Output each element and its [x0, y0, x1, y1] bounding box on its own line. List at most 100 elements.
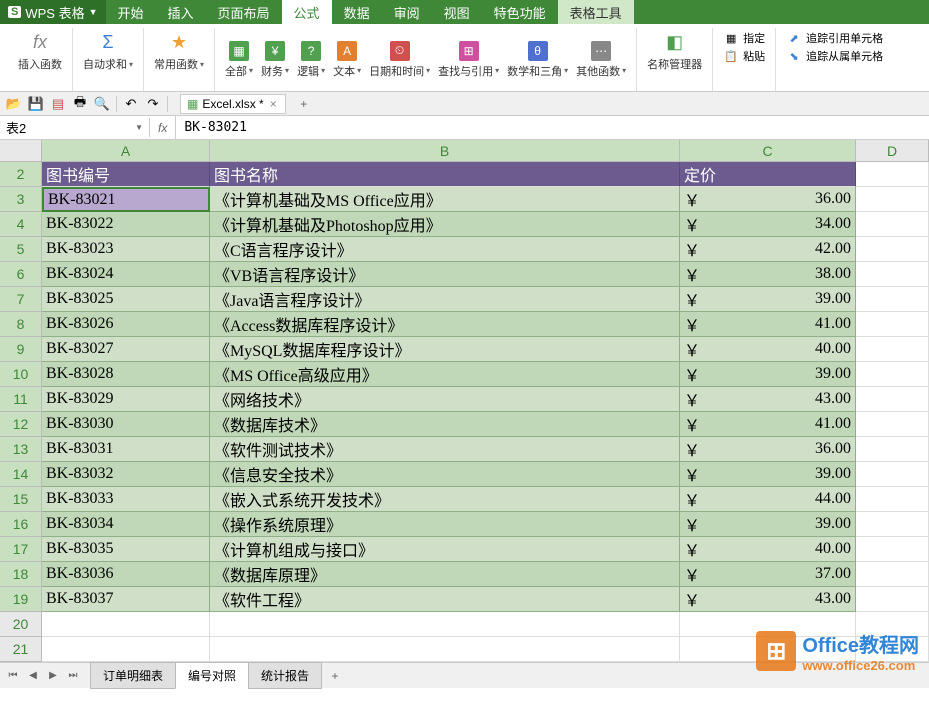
row-header[interactable]: 8: [0, 312, 42, 337]
menu-tab-3[interactable]: 公式: [282, 0, 332, 24]
sheet-tab[interactable]: 统计报告: [248, 662, 322, 689]
cell[interactable]: [210, 637, 680, 662]
fx-button[interactable]: fx: [150, 116, 176, 139]
row-header[interactable]: 12: [0, 412, 42, 437]
cell[interactable]: [856, 262, 929, 287]
name-manager-button[interactable]: ◧ 名称管理器: [643, 28, 706, 74]
column-header-c[interactable]: C: [680, 140, 856, 162]
datetime-functions-button[interactable]: ⏲ 日期和时间▾: [365, 39, 434, 81]
select-all-button[interactable]: [0, 140, 42, 162]
finance-functions-button[interactable]: ¥ 财务▾: [257, 39, 293, 81]
sheet-first-button[interactable]: ⏮: [4, 667, 22, 685]
text-functions-button[interactable]: A 文本▾: [329, 39, 365, 81]
cell-price[interactable]: ￥38.00: [680, 262, 856, 287]
cell-price[interactable]: ￥39.00: [680, 512, 856, 537]
cell[interactable]: [856, 512, 929, 537]
cell-book-id[interactable]: BK-83026: [42, 312, 210, 337]
row-header[interactable]: 17: [0, 537, 42, 562]
all-functions-button[interactable]: ▦ 全部▾: [221, 39, 257, 81]
cell-book-name[interactable]: 《计算机基础及MS Office应用》: [210, 187, 680, 212]
insert-function-button[interactable]: fx 插入函数: [14, 28, 66, 74]
header-cell[interactable]: 定价: [680, 162, 856, 187]
row-header[interactable]: 20: [0, 612, 42, 637]
menu-tab-1[interactable]: 插入: [156, 0, 206, 24]
row-header[interactable]: 4: [0, 212, 42, 237]
new-tab-button[interactable]: +: [294, 94, 314, 114]
row-header[interactable]: 16: [0, 512, 42, 537]
cell-book-id[interactable]: BK-83036: [42, 562, 210, 587]
cell-book-id[interactable]: BK-83025: [42, 287, 210, 312]
cell-book-id[interactable]: BK-83032: [42, 462, 210, 487]
undo-button[interactable]: ↶: [121, 94, 141, 114]
sheet-last-button[interactable]: ⏭: [64, 667, 82, 685]
cell-book-name[interactable]: 《VB语言程序设计》: [210, 262, 680, 287]
row-header[interactable]: 7: [0, 287, 42, 312]
cell-book-name[interactable]: 《C语言程序设计》: [210, 237, 680, 262]
cell-price[interactable]: ￥44.00: [680, 487, 856, 512]
cell-book-id[interactable]: BK-83037: [42, 587, 210, 612]
cell-price[interactable]: ￥36.00: [680, 437, 856, 462]
cell[interactable]: [856, 337, 929, 362]
cell-book-id[interactable]: BK-83023: [42, 237, 210, 262]
lookup-functions-button[interactable]: ⊞ 查找与引用▾: [434, 39, 503, 81]
menu-tab-0[interactable]: 开始: [106, 0, 156, 24]
cell[interactable]: [856, 487, 929, 512]
cell[interactable]: [856, 287, 929, 312]
cell-price[interactable]: ￥40.00: [680, 337, 856, 362]
cell[interactable]: [856, 312, 929, 337]
cell-book-name[interactable]: 《嵌入式系统开发技术》: [210, 487, 680, 512]
cell-book-id[interactable]: BK-83030: [42, 412, 210, 437]
row-header[interactable]: 21: [0, 637, 42, 662]
column-header-b[interactable]: B: [210, 140, 680, 162]
cell-book-name[interactable]: 《软件测试技术》: [210, 437, 680, 462]
cell-book-id[interactable]: BK-83027: [42, 337, 210, 362]
cell[interactable]: [856, 437, 929, 462]
row-header[interactable]: 2: [0, 162, 42, 187]
cell-price[interactable]: ￥42.00: [680, 237, 856, 262]
logic-functions-button[interactable]: ? 逻辑▾: [293, 39, 329, 81]
cell-book-id[interactable]: BK-83031: [42, 437, 210, 462]
cell[interactable]: [856, 237, 929, 262]
menu-tab-6[interactable]: 视图: [432, 0, 482, 24]
row-header[interactable]: 10: [0, 362, 42, 387]
cell[interactable]: [856, 537, 929, 562]
sheet-tab[interactable]: 订单明细表: [90, 662, 176, 689]
cell-price[interactable]: ￥39.00: [680, 287, 856, 312]
row-header[interactable]: 9: [0, 337, 42, 362]
row-header[interactable]: 14: [0, 462, 42, 487]
cell[interactable]: [856, 462, 929, 487]
print-button[interactable]: 🖶: [70, 94, 90, 114]
cell-price[interactable]: ￥41.00: [680, 412, 856, 437]
cell[interactable]: [856, 387, 929, 412]
header-cell[interactable]: 图书名称: [210, 162, 680, 187]
cell-price[interactable]: ￥37.00: [680, 562, 856, 587]
cell-book-name[interactable]: 《Java语言程序设计》: [210, 287, 680, 312]
cell-book-name[interactable]: 《信息安全技术》: [210, 462, 680, 487]
cell[interactable]: [856, 187, 929, 212]
cell-book-name[interactable]: 《数据库技术》: [210, 412, 680, 437]
cell-price[interactable]: ￥43.00: [680, 387, 856, 412]
cell[interactable]: [42, 637, 210, 662]
cell-book-name[interactable]: 《操作系统原理》: [210, 512, 680, 537]
file-tab[interactable]: ▦ Excel.xlsx * ×: [180, 94, 286, 114]
cell-book-name[interactable]: 《Access数据库程序设计》: [210, 312, 680, 337]
cell-book-name[interactable]: 《软件工程》: [210, 587, 680, 612]
autosum-button[interactable]: Σ 自动求和▾: [79, 28, 137, 74]
close-file-button[interactable]: ×: [268, 97, 279, 111]
cell-book-name[interactable]: 《MySQL数据库程序设计》: [210, 337, 680, 362]
column-header-d[interactable]: D: [856, 140, 929, 162]
cell-book-name[interactable]: 《MS Office高级应用》: [210, 362, 680, 387]
trace-precedents-button[interactable]: ⬈ 追踪引用单元格: [786, 30, 883, 46]
cell-price[interactable]: ￥41.00: [680, 312, 856, 337]
row-header[interactable]: 11: [0, 387, 42, 412]
cell-book-id[interactable]: BK-83034: [42, 512, 210, 537]
cell-price[interactable]: ￥39.00: [680, 462, 856, 487]
cell-price[interactable]: ￥34.00: [680, 212, 856, 237]
cell-book-name[interactable]: 《计算机基础及Photoshop应用》: [210, 212, 680, 237]
cell-price[interactable]: ￥39.00: [680, 362, 856, 387]
save-button[interactable]: 💾: [26, 94, 46, 114]
sheet-tab[interactable]: 编号对照: [175, 662, 249, 689]
cell-book-id[interactable]: BK-83033: [42, 487, 210, 512]
cell-book-name[interactable]: 《数据库原理》: [210, 562, 680, 587]
cell[interactable]: [210, 612, 680, 637]
